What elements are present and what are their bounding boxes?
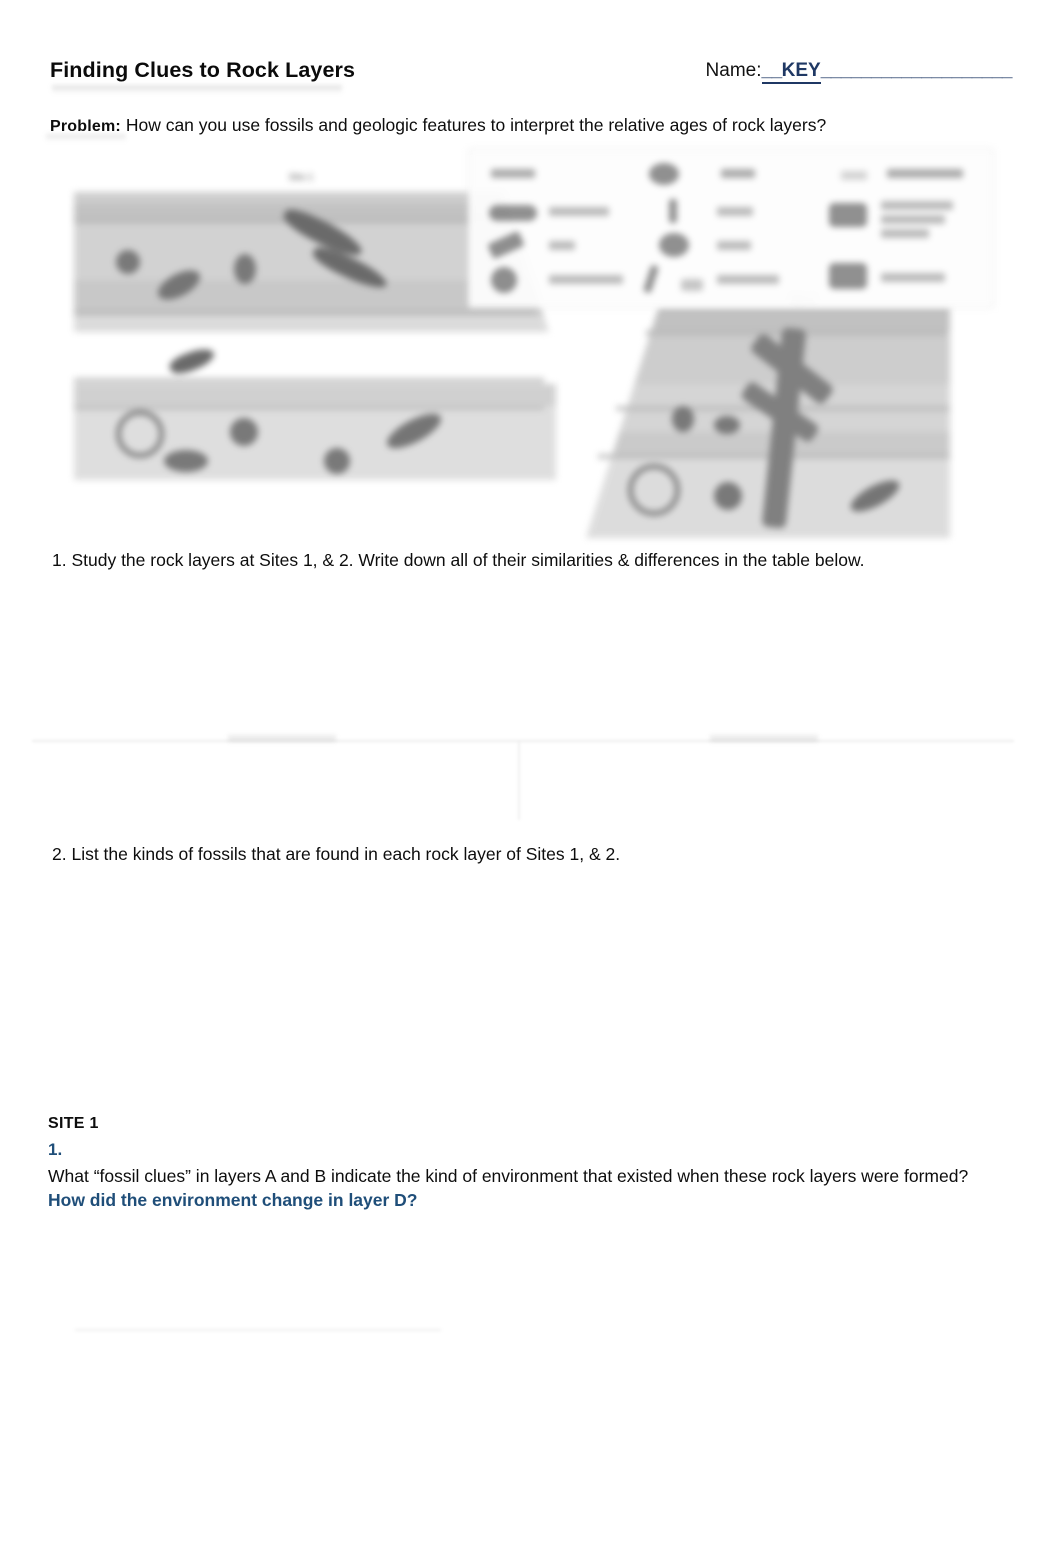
site-1-question-1-main: What “fossil clues” in layers A and B in… [48, 1166, 969, 1186]
legend-item-label [881, 215, 945, 224]
fossil-marker [714, 416, 740, 434]
fossil-rock-key-legend [468, 148, 994, 308]
site-1-layer-label [100, 340, 103, 350]
legend-swatch [829, 263, 867, 289]
name-trailing-blank: ___________________ [820, 60, 1013, 81]
fossil-marker [164, 450, 208, 472]
site-1-question-1-sub: How did the environment change in layer … [48, 1190, 418, 1210]
site-1-caption: Site 1 [289, 172, 314, 182]
answer-table-header-smudge [228, 735, 336, 742]
legend-swatch [491, 267, 517, 293]
site-1-section-heading: SITE 1 [48, 1115, 99, 1132]
ammonite-fossil-marker [628, 464, 680, 516]
legend-swatch [681, 279, 703, 291]
legend-swatch [487, 230, 525, 260]
legend-swatch [669, 199, 677, 223]
legend-item-label [881, 201, 953, 210]
site-2-cross-section-diagram: Site 2 [586, 294, 950, 538]
legend-item-label [549, 241, 575, 250]
legend-swatch [642, 264, 660, 294]
legend-swatch [649, 163, 679, 185]
legend-swatch [659, 233, 689, 257]
fossil-marker [234, 254, 256, 284]
fossil-marker [116, 250, 140, 274]
answer-writing-line [75, 1329, 441, 1331]
legend-swatch [489, 205, 537, 221]
name-label: Name: [705, 60, 762, 81]
name-field: Name:__KEY___________________ [705, 60, 1013, 84]
ammonite-fossil-marker [116, 410, 164, 458]
fossil-marker [672, 406, 694, 432]
worksheet-page: Finding Clues to Rock Layers Name:__KEY_… [0, 0, 1062, 1556]
site-1-question-1: 1. What “fossil clues” in layers A and B… [48, 1140, 1020, 1212]
site-1-question-1-number: 1. [48, 1140, 63, 1159]
name-key-text: KEY [781, 60, 821, 81]
legend-heading [721, 169, 755, 178]
name-lead-blank: __ [761, 60, 783, 81]
answer-table-top-border [32, 740, 1014, 742]
legend-swatch [829, 203, 867, 227]
rock-layer-figure: Site 1 Site 2 [50, 148, 1012, 538]
legend-heading [887, 169, 963, 178]
title-underline-smudge [52, 85, 342, 94]
problem-label-smudge [46, 134, 126, 142]
page-header: Finding Clues to Rock Layers Name:__KEY_… [50, 58, 1013, 94]
question-2-text: 2. List the kinds of fossils that are fo… [52, 844, 621, 864]
question-1-text: 1. Study the rock layers at Sites 1, & 2… [52, 550, 865, 570]
fossil-marker [230, 418, 258, 446]
site-1-bedding-line [74, 378, 544, 383]
legend-item-label [717, 241, 751, 250]
answer-table-header-smudge [710, 735, 818, 742]
legend-heading [491, 169, 535, 178]
problem-label: Problem: [50, 118, 121, 135]
site-1-bedding-line [74, 310, 534, 315]
legend-item-label [717, 207, 753, 216]
name-value: __KEY [761, 60, 821, 84]
legend-item-label [881, 229, 929, 238]
fossil-marker [714, 482, 742, 510]
site-1-bedding-line [74, 406, 544, 410]
legend-item-label [717, 275, 779, 284]
fossil-marker [324, 448, 350, 474]
legend-item-label [549, 275, 623, 284]
page-title: Finding Clues to Rock Layers [50, 58, 356, 82]
legend-item-label [881, 273, 945, 282]
problem-statement: Problem: How can you use fossils and geo… [50, 113, 1012, 139]
legend-heading [841, 171, 867, 180]
answer-table-column-divider [518, 742, 520, 820]
problem-text: How can you use fossils and geologic fea… [125, 115, 827, 135]
site-1-question-1-body: What “fossil clues” in layers A and B in… [48, 1164, 1020, 1212]
legend-item-label [549, 207, 609, 216]
